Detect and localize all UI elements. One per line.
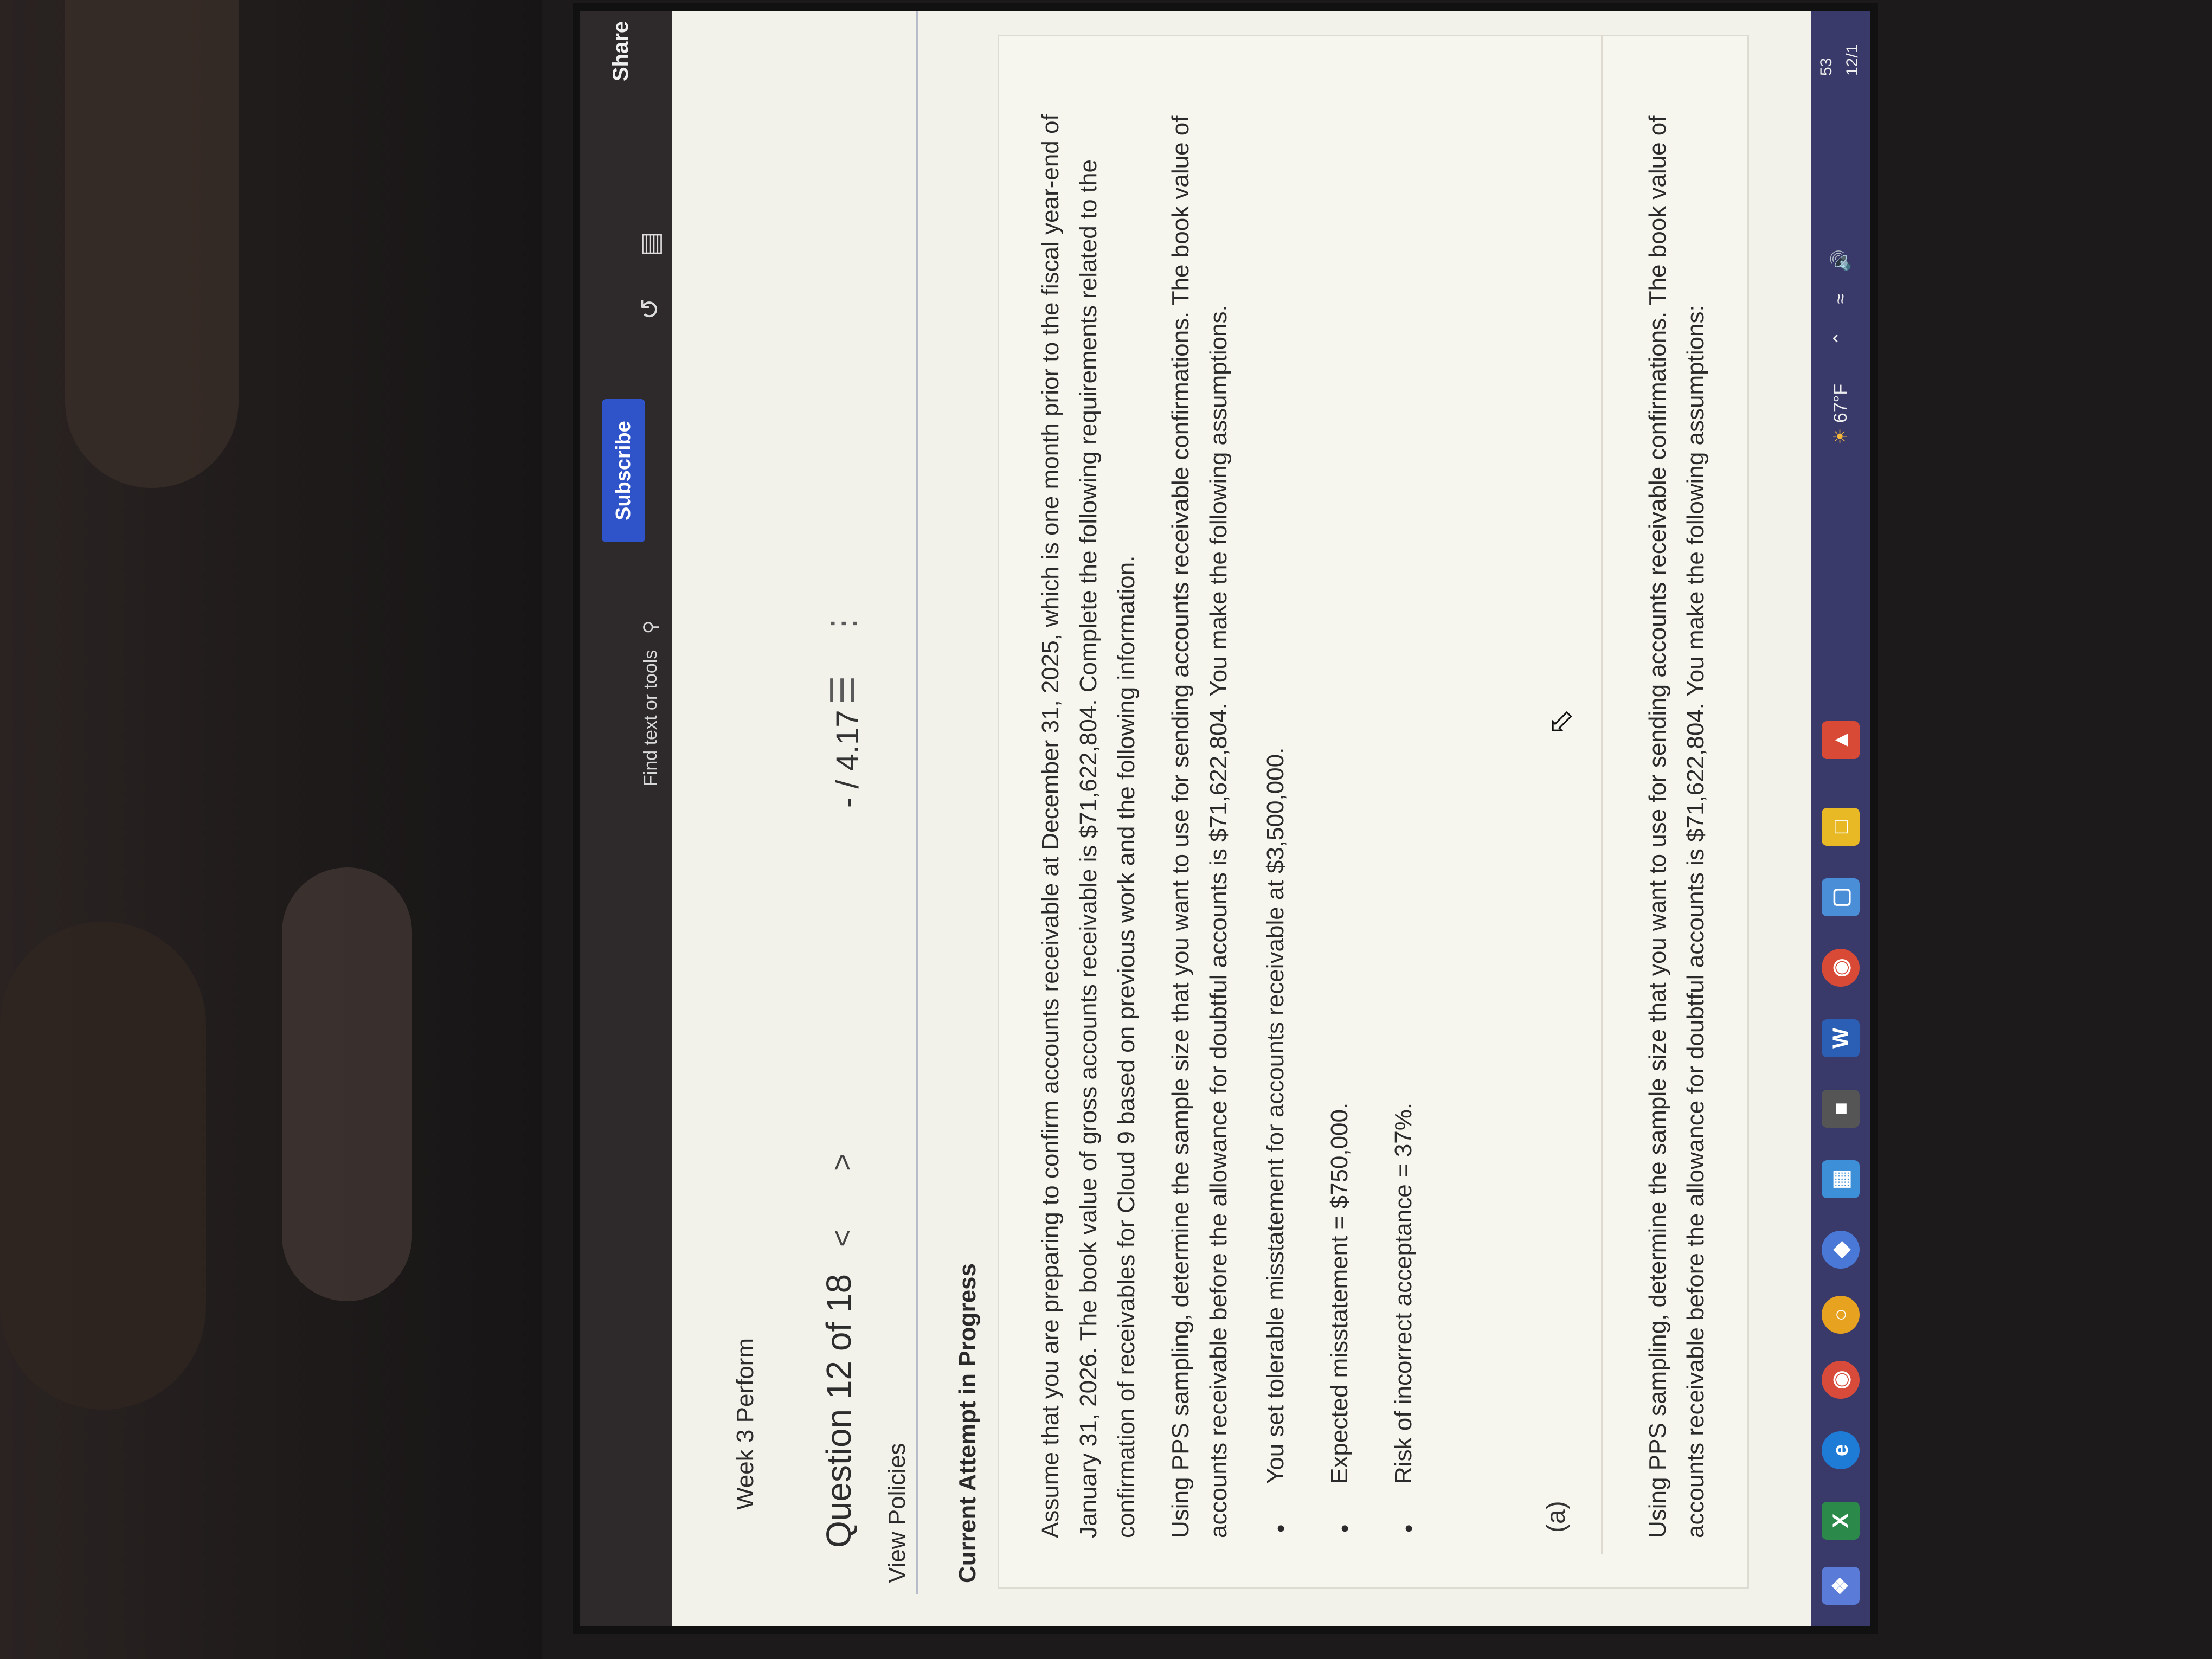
background-room xyxy=(0,0,542,1659)
taskbar: ❖ X e ◉ ○ ◆ ▦ ■ W ◉ ▢ □ ▲ ☀ 67°F ⌃ ≈ 🔊 5… xyxy=(1811,11,1870,1626)
share-button[interactable]: Share xyxy=(602,0,640,81)
word-icon[interactable]: W xyxy=(1822,1019,1860,1057)
bullet-icon: • xyxy=(1268,1524,1294,1533)
weather-temp: 67°F xyxy=(1830,383,1851,423)
more-icon[interactable]: ⋮ xyxy=(824,607,862,640)
divider xyxy=(1601,36,1603,1554)
app-icon[interactable]: ▲ xyxy=(1822,721,1860,759)
background-shape xyxy=(65,0,239,488)
search-icon: ⚲ xyxy=(640,620,661,634)
question-intro: Assume that you are preparing to confirm… xyxy=(1037,114,1140,1538)
part-a-text: Using PPS sampling, determine the sample… xyxy=(1644,115,1709,1539)
excel-icon[interactable]: X xyxy=(1822,1502,1860,1540)
assumption-text: Risk of incorrect acceptance = 37%. xyxy=(1390,1102,1417,1484)
points-display: - / 4.17 xyxy=(830,710,865,808)
browser-icon[interactable]: ○ xyxy=(1822,1296,1860,1334)
attempt-status: Current Attempt in Progress xyxy=(954,1263,981,1583)
chevron-up-icon[interactable]: ⌃ xyxy=(1830,331,1851,346)
assumption-text: Expected misstatement = $750,000. xyxy=(1326,1102,1353,1484)
bullet-icon: • xyxy=(1396,1524,1422,1533)
assumption-text: You set tolerable misstatement for accou… xyxy=(1262,747,1289,1484)
clock-time: 53 xyxy=(1817,57,1835,76)
divider xyxy=(916,11,918,1594)
browser-toolbar: Subscribe Find text or tools ⚲ ↺ ▤ Share xyxy=(580,11,672,1626)
chrome-icon[interactable]: ◉ xyxy=(1822,949,1860,987)
app-icon[interactable]: ◆ xyxy=(1822,1231,1860,1269)
folder-icon[interactable]: □ xyxy=(1822,808,1860,846)
wifi-icon[interactable]: ≈ xyxy=(1830,294,1851,304)
list-item: • Risk of incorrect acceptance = 37%. xyxy=(1387,123,1451,1533)
bullet-icon: • xyxy=(1332,1524,1358,1533)
question-card: Assume that you are preparing to confirm… xyxy=(998,35,1749,1589)
part-label: (a) xyxy=(1542,1501,1571,1533)
file-explorer-icon[interactable]: ▢ xyxy=(1822,878,1860,916)
view-policies-link[interactable]: View Policies xyxy=(884,1443,911,1583)
clock-date: 12/1 xyxy=(1843,44,1861,76)
edge-icon[interactable]: e xyxy=(1822,1431,1860,1469)
pps-intro: Using PPS sampling, determine the sample… xyxy=(1167,115,1232,1539)
question-counter: Question 12 of 18 xyxy=(819,1274,858,1548)
chevron-left-icon[interactable]: < xyxy=(824,1229,859,1247)
mouse-pointer-icon: ⬁ xyxy=(1542,708,1578,736)
list-icon[interactable]: ☰ xyxy=(824,676,862,705)
assumption-list: • You set tolerable misstatement for acco… xyxy=(1259,123,1451,1533)
list-item: • You set tolerable misstatement for acco… xyxy=(1259,123,1323,1533)
chrome-icon[interactable]: ◉ xyxy=(1822,1361,1860,1399)
background-shape xyxy=(0,922,206,1410)
find-text-placeholder: Find text or tools xyxy=(640,650,661,786)
monitor-screen: Subscribe Find text or tools ⚲ ↺ ▤ Share… xyxy=(580,11,1870,1626)
background-shape xyxy=(282,867,412,1301)
list-item: • Expected misstatement = $750,000. xyxy=(1323,123,1387,1533)
app-icon[interactable]: ■ xyxy=(1822,1090,1860,1128)
course-title: Week 3 Perform xyxy=(732,1338,758,1510)
app-icon[interactable]: ▦ xyxy=(1822,1160,1860,1198)
clock[interactable]: 53 12/1 xyxy=(1814,11,1866,76)
find-text-input[interactable]: Find text or tools ⚲ xyxy=(634,461,667,786)
page-content: Week 3 Perform Question 12 of 18 < > - /… xyxy=(672,11,1811,1626)
sun-icon: ☀ xyxy=(1830,428,1851,445)
print-icon[interactable]: ▤ xyxy=(634,228,667,260)
chevron-right-icon[interactable]: > xyxy=(824,1153,859,1171)
windows-start-icon[interactable]: ❖ xyxy=(1822,1567,1860,1605)
volume-icon[interactable]: 🔊 xyxy=(1830,249,1851,272)
history-icon[interactable]: ↺ xyxy=(634,293,667,325)
weather-widget[interactable]: ☀ 67°F ⌃ ≈ 🔊 xyxy=(1822,249,1860,445)
